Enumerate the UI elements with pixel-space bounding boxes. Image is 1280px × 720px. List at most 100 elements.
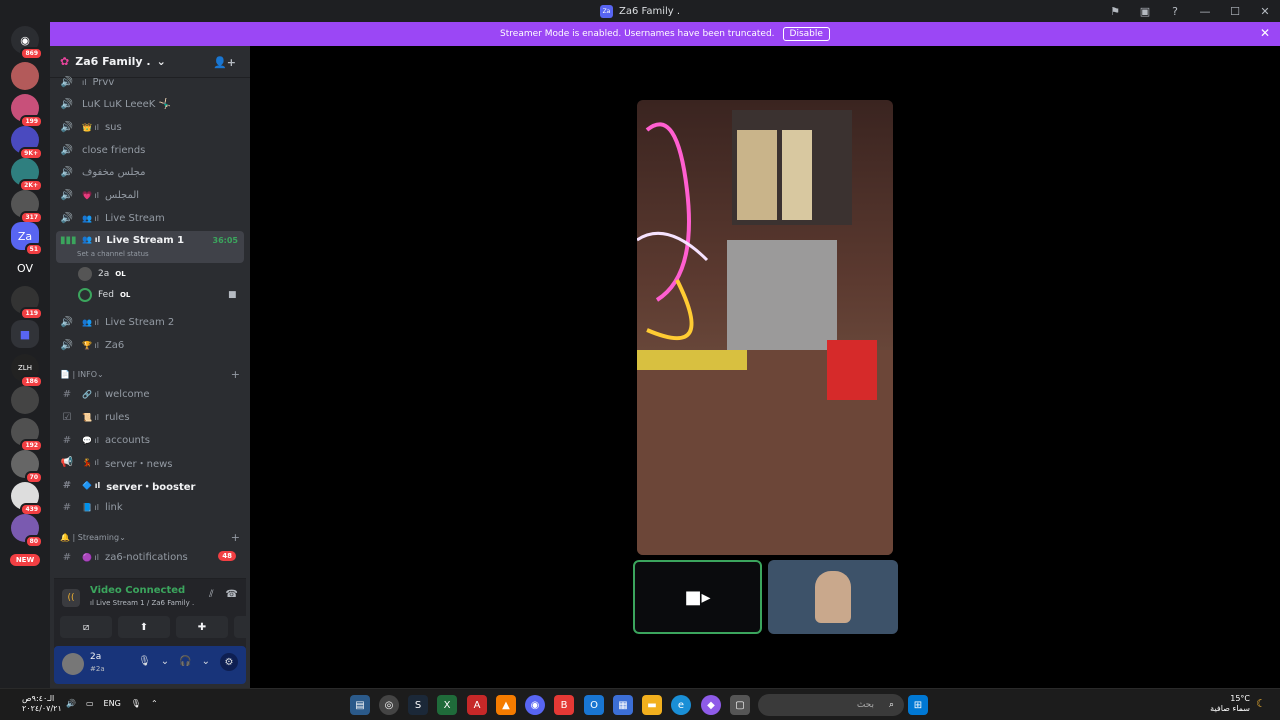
- screen-share-button[interactable]: ⬆: [118, 616, 170, 638]
- server-item[interactable]: ZLH 186: [11, 354, 43, 388]
- disable-button[interactable]: Disable: [782, 27, 830, 41]
- server-item[interactable]: 119: [11, 286, 43, 320]
- channel-item[interactable]: # 🔗 ıl welcome: [56, 384, 244, 404]
- banner-text: Streamer Mode is enabled. Usernames have…: [500, 29, 775, 39]
- signal-icon[interactable]: ((: [62, 589, 80, 607]
- channel-item[interactable]: 🔊 👥 ıl Live Stream: [56, 208, 244, 228]
- folder-item[interactable]: ■: [11, 320, 39, 348]
- voice-status[interactable]: Video Connected: [90, 585, 185, 596]
- windows-start-icon[interactable]: ⊞: [908, 695, 928, 715]
- minimize-button[interactable]: —: [1190, 5, 1220, 18]
- username[interactable]: 2a: [90, 652, 101, 662]
- channel-item[interactable]: 🔊 LuK LuK LeeeK 🤸🏻‍♂️: [56, 94, 244, 114]
- microphone-icon[interactable]: 🎙: [138, 656, 151, 671]
- category-streaming[interactable]: 🔔 | Streaming ⌄ +: [60, 531, 240, 544]
- language-indicator[interactable]: ENG: [104, 699, 121, 708]
- channel-item[interactable]: 🔊 👥 ıl Live Stream 2: [56, 312, 244, 332]
- channel-item[interactable]: 📢 💃 ıl server・news: [56, 452, 244, 472]
- avatar[interactable]: [62, 653, 84, 675]
- activities-button[interactable]: ✚: [176, 616, 228, 638]
- channel-status[interactable]: Set a channel status: [77, 250, 149, 258]
- app-icon[interactable]: ▲: [496, 695, 516, 715]
- stream-video[interactable]: [637, 100, 893, 555]
- chevron-down-icon[interactable]: ⌄: [202, 656, 210, 671]
- channel-item-active[interactable]: ▮▮▮ 👥 ıl Live Stream 1 36:05 Set a channel…: [56, 231, 244, 263]
- titlebar: Za Za6 Family . ⚑ ▣ ? — ☐ ✕: [0, 0, 1280, 22]
- network-icon[interactable]: ▭: [86, 699, 94, 708]
- discord-icon[interactable]: ◉: [525, 695, 545, 715]
- server-home[interactable]: ◉ 869: [11, 26, 43, 60]
- hash-icon: #: [62, 388, 72, 400]
- channel-item[interactable]: 🔊 close friends: [56, 140, 244, 160]
- screen-icon[interactable]: ▣: [1130, 5, 1160, 18]
- channel-item[interactable]: ☑ 📜 ıl rules: [56, 407, 244, 427]
- server-item[interactable]: 70: [11, 450, 43, 484]
- search-placeholder: بحث: [856, 700, 874, 710]
- brave-icon[interactable]: B: [554, 695, 574, 715]
- folder-icon[interactable]: ▬: [642, 695, 662, 715]
- channel-item[interactable]: # 💬 ıl accounts: [56, 430, 244, 450]
- server-item[interactable]: 192: [11, 418, 43, 452]
- add-channel-icon[interactable]: +: [231, 368, 240, 381]
- edge-icon[interactable]: e: [671, 695, 691, 715]
- close-window-button[interactable]: ✕: [1250, 5, 1280, 18]
- voice-user[interactable]: 2a OL: [78, 267, 126, 281]
- chevron-down-icon[interactable]: ⌄: [161, 656, 169, 671]
- excel-icon[interactable]: X: [437, 695, 457, 715]
- camera-toggle-button[interactable]: ⧄: [60, 616, 112, 638]
- gear-icon[interactable]: ⚙: [220, 653, 238, 671]
- microphone-icon[interactable]: 🎙: [131, 699, 141, 708]
- volume-icon[interactable]: 🔊: [66, 699, 76, 708]
- close-icon[interactable]: ✕: [1260, 26, 1270, 40]
- search-box[interactable]: بحث ⌕: [758, 694, 904, 716]
- voice-user[interactable]: Fed OL ■: [78, 288, 237, 302]
- user-status: #2a: [90, 665, 105, 673]
- server-item[interactable]: 9K+: [11, 126, 43, 160]
- weather-widget[interactable]: 15°C سماء صافية: [1210, 694, 1250, 714]
- chevron-down-icon: ⌄: [156, 55, 166, 68]
- app-icon[interactable]: ▤: [350, 695, 370, 715]
- channel-item[interactable]: # 🟣 ıl za6-notifications 48: [56, 547, 244, 567]
- voice-location[interactable]: ıl Live Stream 1 / Za6 Family .: [90, 599, 194, 607]
- chevron-up-icon[interactable]: ⌃: [151, 699, 158, 708]
- clock[interactable]: الـ٩:٤٠ص ٢٠٢٤/٠٧/٢١: [22, 694, 62, 714]
- outlook-icon[interactable]: O: [584, 695, 604, 715]
- server-item[interactable]: 439: [11, 482, 43, 516]
- server-item[interactable]: 80: [11, 514, 43, 548]
- channel-item-unread[interactable]: # 🔷 ıl server・booster: [56, 475, 244, 495]
- search-icon: ⌕: [888, 700, 894, 710]
- copilot-icon[interactable]: ◆: [701, 695, 721, 715]
- channel-item[interactable]: 🔊 👑 ıl sus: [56, 117, 244, 137]
- app-icon[interactable]: ◎: [379, 695, 399, 715]
- channel-item[interactable]: 🔊 مجلس مخفوف: [56, 162, 244, 182]
- category-info[interactable]: 📄 | INFO ⌄ +: [60, 368, 240, 381]
- store-icon[interactable]: ▦: [613, 695, 633, 715]
- app-icon[interactable]: A: [467, 695, 487, 715]
- channel-item[interactable]: # 📘 ıl link: [56, 497, 244, 517]
- new-badge[interactable]: NEW: [10, 554, 40, 566]
- inbox-icon[interactable]: ⚑: [1100, 5, 1130, 18]
- maximize-button[interactable]: ☐: [1220, 5, 1250, 18]
- noise-suppression-icon[interactable]: ⫽: [209, 589, 213, 600]
- video-tile-self[interactable]: ■▸: [633, 560, 762, 634]
- invite-icon[interactable]: 👤+: [213, 56, 236, 69]
- server-item-active[interactable]: Za 51: [11, 222, 43, 256]
- disconnect-icon[interactable]: ☎: [226, 589, 238, 600]
- user-tag: OL: [115, 270, 126, 278]
- channel-item[interactable]: 🔊 🏆 ıl Za6: [56, 335, 244, 355]
- server-item[interactable]: [11, 62, 39, 90]
- server-item[interactable]: [11, 386, 39, 414]
- help-icon[interactable]: ?: [1160, 5, 1190, 18]
- add-channel-icon[interactable]: +: [231, 531, 240, 544]
- task-view-icon[interactable]: ▢: [730, 695, 750, 715]
- server-item[interactable]: OV: [11, 254, 39, 282]
- channel-item[interactable]: 🔊 ıl Prvv: [56, 72, 244, 92]
- server-item[interactable]: 199: [11, 94, 43, 128]
- channel-item[interactable]: 🔊 💗 ıl المجلس: [56, 185, 244, 205]
- avatar: [815, 571, 851, 623]
- server-item[interactable]: 317: [11, 190, 43, 224]
- server-item[interactable]: 2K+: [11, 158, 43, 192]
- video-tile-user[interactable]: [768, 560, 898, 634]
- headphones-icon[interactable]: 🎧: [179, 656, 191, 671]
- steam-icon[interactable]: S: [408, 695, 428, 715]
